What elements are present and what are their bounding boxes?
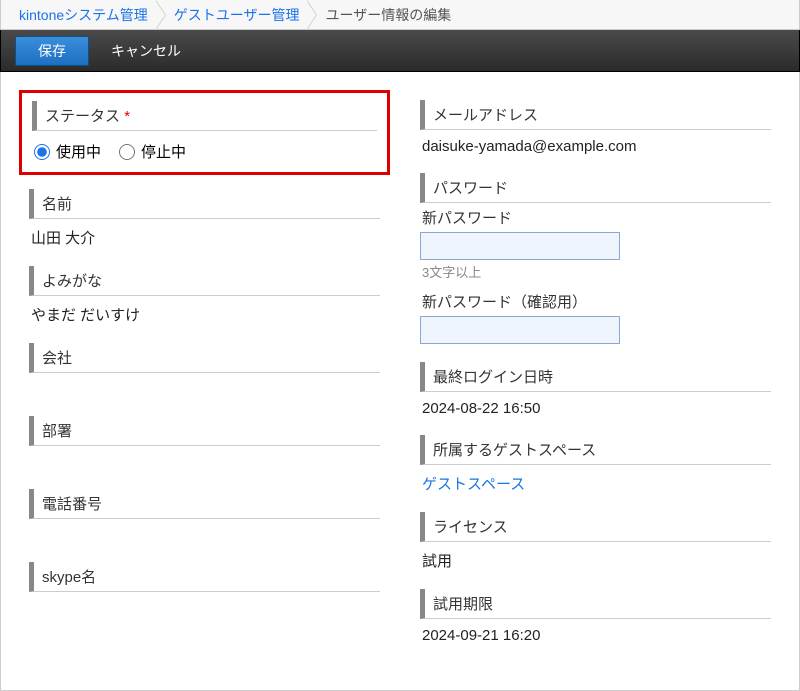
name-value: 山田 大介 (29, 223, 380, 248)
new-password-input[interactable] (420, 232, 620, 260)
required-mark: * (124, 108, 130, 125)
company-field: 会社 (29, 343, 380, 398)
form-area: ステータス * 使用中 停止中 名前 山田 大介 よみがな やまだ だいすけ (0, 72, 800, 691)
email-field: メールアドレス daisuke-yamada@example.com (420, 100, 771, 155)
trial-label: 試用期限 (420, 589, 771, 619)
license-label: ライセンス (420, 512, 771, 542)
phone-field: 電話番号 (29, 489, 380, 544)
breadcrumb-guest-users[interactable]: ゲストユーザー管理 (166, 0, 308, 30)
skype-field: skype名 (29, 562, 380, 617)
skype-value (29, 596, 380, 617)
status-inactive-radio[interactable] (119, 144, 135, 160)
company-value (29, 377, 380, 398)
guestspace-link[interactable]: ゲストスペース (420, 469, 771, 494)
cancel-link[interactable]: キャンセル (111, 41, 181, 61)
password-hint: 3文字以上 (420, 260, 771, 281)
dept-field: 部署 (29, 416, 380, 471)
status-radio-group: 使用中 停止中 (32, 135, 377, 162)
status-label: ステータス * (32, 101, 377, 131)
phone-value (29, 523, 380, 544)
email-value: daisuke-yamada@example.com (420, 134, 771, 155)
status-active-radio[interactable] (34, 144, 50, 160)
new-password-confirm-input[interactable] (420, 316, 620, 344)
guestspace-field: 所属するゲストスペース ゲストスペース (420, 435, 771, 494)
lastlogin-label: 最終ログイン日時 (420, 362, 771, 392)
skype-label: skype名 (29, 562, 380, 592)
status-inactive-option[interactable]: 停止中 (119, 141, 186, 162)
action-bar: 保存 キャンセル (0, 30, 800, 72)
trial-field: 試用期限 2024-09-21 16:20 (420, 589, 771, 644)
status-highlight: ステータス * 使用中 停止中 (19, 90, 390, 175)
password-field: パスワード 新パスワード 3文字以上 新パスワード（確認用） (420, 173, 771, 344)
password-label: パスワード (420, 173, 771, 203)
status-active-option[interactable]: 使用中 (34, 141, 101, 162)
left-column: ステータス * 使用中 停止中 名前 山田 大介 よみがな やまだ だいすけ (29, 100, 380, 662)
chevron-right-icon (307, 0, 317, 30)
company-label: 会社 (29, 343, 380, 373)
email-label: メールアドレス (420, 100, 771, 130)
lastlogin-value: 2024-08-22 16:50 (420, 396, 771, 417)
name-label: 名前 (29, 189, 380, 219)
breadcrumb: kintoneシステム管理 ゲストユーザー管理 ユーザー情報の編集 (0, 0, 800, 30)
right-column: メールアドレス daisuke-yamada@example.com パスワード… (420, 100, 771, 662)
status-label-text: ステータス (45, 108, 120, 125)
license-field: ライセンス 試用 (420, 512, 771, 571)
status-inactive-label: 停止中 (141, 141, 186, 162)
guestspace-label: 所属するゲストスペース (420, 435, 771, 465)
phone-label: 電話番号 (29, 489, 380, 519)
trial-value: 2024-09-21 16:20 (420, 623, 771, 644)
save-button[interactable]: 保存 (15, 36, 89, 66)
license-value: 試用 (420, 546, 771, 571)
newpw2-label: 新パスワード（確認用） (420, 291, 771, 316)
breadcrumb-current: ユーザー情報の編集 (317, 0, 459, 30)
name-field: 名前 山田 大介 (29, 189, 380, 248)
newpw-label: 新パスワード (420, 207, 771, 232)
chevron-right-icon (156, 0, 166, 30)
reading-value: やまだ だいすけ (29, 300, 380, 325)
reading-field: よみがな やまだ だいすけ (29, 266, 380, 325)
status-active-label: 使用中 (56, 141, 101, 162)
reading-label: よみがな (29, 266, 380, 296)
breadcrumb-admin[interactable]: kintoneシステム管理 (11, 0, 156, 30)
dept-value (29, 450, 380, 471)
lastlogin-field: 最終ログイン日時 2024-08-22 16:50 (420, 362, 771, 417)
dept-label: 部署 (29, 416, 380, 446)
